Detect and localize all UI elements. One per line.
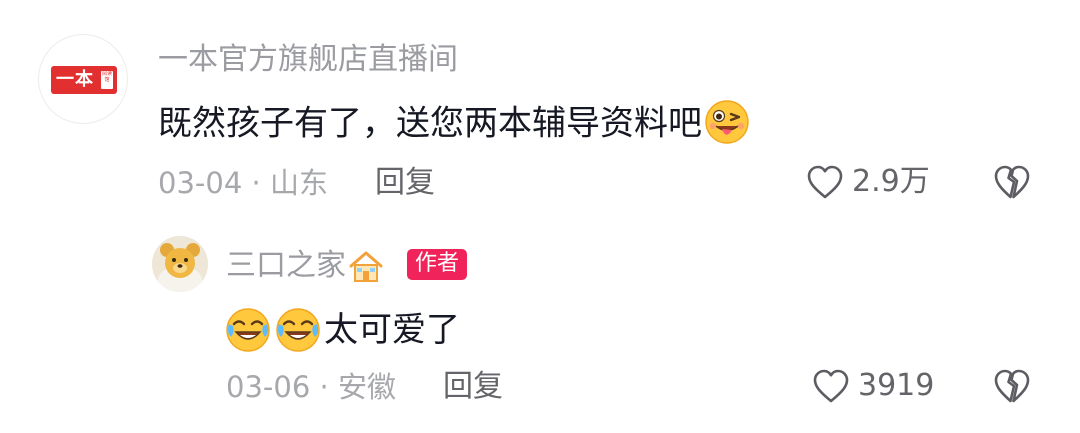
comment-text-body: 既然孩子有了，送您两本辅导资料吧 bbox=[158, 103, 702, 144]
comment-meta: 03-04 · 山东 bbox=[158, 169, 328, 198]
reply-button[interactable]: 回复 bbox=[375, 168, 435, 198]
crying-laughing-face-icon bbox=[276, 308, 320, 352]
like-count: 3919 bbox=[858, 368, 935, 403]
like-button[interactable]: 3919 bbox=[812, 368, 934, 404]
avatar[interactable] bbox=[152, 236, 208, 292]
reply-location: 安徽 bbox=[337, 370, 396, 404]
brand-logo: 一本 阅读馆 bbox=[51, 66, 117, 94]
comment-text: 既然孩子有了，送您两本辅导资料吧 bbox=[158, 100, 750, 145]
avatar[interactable]: 一本 阅读馆 bbox=[38, 34, 128, 124]
heart-icon bbox=[813, 369, 849, 403]
bear-avatar-icon bbox=[152, 236, 208, 292]
reply-username-row: 三口之家 bbox=[226, 249, 384, 283]
broken-heart-icon bbox=[994, 369, 1030, 403]
comment-date: 03-04 bbox=[158, 166, 243, 200]
reply-username[interactable]: 三口之家 bbox=[226, 251, 346, 281]
comment-location: 山东 bbox=[269, 166, 328, 200]
heart-icon bbox=[807, 165, 843, 199]
winking-tongue-face-icon bbox=[705, 100, 749, 144]
reply-text: 太可爱了 bbox=[224, 306, 460, 354]
like-count: 2.9万 bbox=[852, 164, 930, 199]
reply-date: 03-06 bbox=[226, 370, 311, 404]
dislike-button[interactable] bbox=[993, 368, 1031, 408]
author-badge: 作者 bbox=[407, 249, 468, 280]
broken-heart-icon bbox=[994, 165, 1030, 199]
comment-username[interactable]: 一本官方旗舰店直播间 bbox=[158, 45, 458, 75]
brand-logo-subtext: 阅读馆 bbox=[101, 71, 113, 89]
dislike-button[interactable] bbox=[993, 164, 1031, 204]
brand-logo-text: 一本 bbox=[56, 69, 94, 90]
reply-text-body: 太可爱了 bbox=[324, 310, 460, 350]
meta-separator: · bbox=[319, 370, 329, 404]
like-button[interactable]: 2.9万 bbox=[806, 164, 930, 200]
reply-meta: 03-06 · 安徽 bbox=[226, 373, 396, 402]
meta-separator: · bbox=[251, 166, 261, 200]
crying-laughing-face-icon bbox=[226, 308, 270, 352]
house-icon bbox=[349, 251, 383, 282]
reply-button[interactable]: 回复 bbox=[443, 372, 503, 402]
